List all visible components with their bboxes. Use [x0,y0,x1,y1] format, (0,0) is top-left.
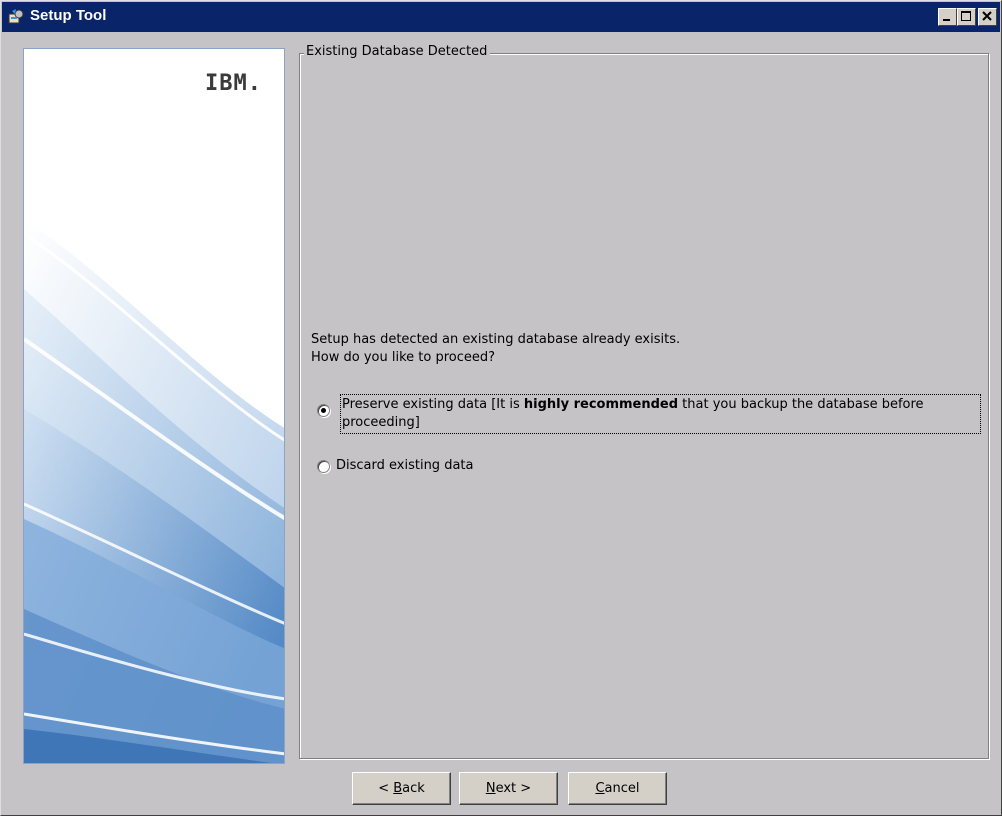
ibm-logo: IBM. [205,71,262,96]
message-line-2: How do you like to proceed? [311,350,496,365]
groupbox-title: Existing Database Detected [304,44,491,60]
window-controls [938,8,997,26]
message-line-1: Setup has detected an existing database … [311,332,681,347]
minimize-button[interactable] [938,8,957,26]
discard-data-radio[interactable] [317,460,330,473]
close-button[interactable] [978,8,997,26]
setup-tool-window: Setup Tool IBM. Existing Database Detect… [0,0,1002,816]
preserve-data-label[interactable]: Preserve existing data [It is highly rec… [340,394,981,434]
close-icon [982,11,992,21]
next-button[interactable]: Next > [459,772,558,805]
decorative-wave-graphic [24,49,284,763]
discard-data-label[interactable]: Discard existing data [336,457,473,475]
maximize-icon [961,11,971,21]
cancel-button[interactable]: Cancel [568,772,667,805]
preserve-data-option[interactable]: Preserve existing data [It is highly rec… [317,394,981,434]
window-title: Setup Tool [30,7,107,24]
detection-message: Setup has detected an existing database … [311,331,680,367]
minimize-icon [943,19,950,21]
back-button[interactable]: < Back [352,772,451,805]
setup-app-icon [8,9,24,24]
title-bar[interactable]: Setup Tool [2,2,1000,32]
side-banner-panel: IBM. [23,48,285,764]
discard-data-option[interactable]: Discard existing data [317,457,473,475]
maximize-button[interactable] [957,8,976,26]
preserve-data-radio[interactable] [317,404,330,417]
